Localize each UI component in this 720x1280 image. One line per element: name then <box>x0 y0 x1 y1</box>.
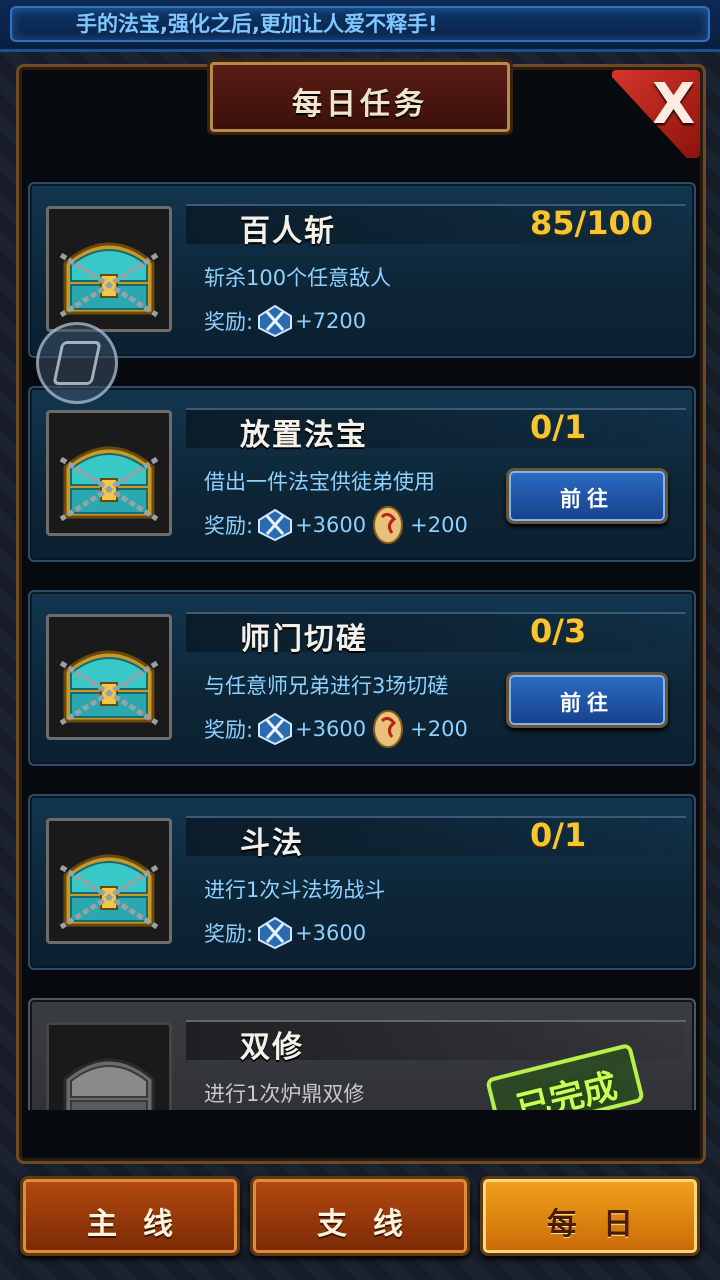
task-card-completed: 双修 进行1次炉鼎双修 已完成 <box>28 998 696 1122</box>
goto-button[interactable]: 前往 <box>506 468 668 524</box>
task-progress: 0/3 <box>530 612 587 650</box>
bottom-tab-bar: 主线 支线 每日 <box>0 1172 720 1272</box>
tab-label: 主线 <box>87 1207 199 1242</box>
tab-main-quest[interactable]: 主线 <box>20 1176 240 1256</box>
reward-row: 奖励: +7200 <box>204 304 366 338</box>
task-description: 进行1次斗法场战斗 <box>204 878 386 902</box>
tab-label: 每日 <box>547 1207 659 1242</box>
goto-button-label: 前往 <box>560 691 614 715</box>
chest-frame <box>46 1022 172 1122</box>
coin-reward-value: +200 <box>410 513 468 537</box>
crystal-gem-icon <box>258 916 293 950</box>
goto-button[interactable]: 前往 <box>506 672 668 728</box>
reward-label: 奖励: <box>204 310 254 334</box>
reward-row: 奖励: +3600 +200 <box>204 710 468 748</box>
treasure-chest-icon <box>59 446 159 522</box>
task-progress: 0/1 <box>530 408 587 446</box>
tab-daily[interactable]: 每日 <box>480 1176 700 1256</box>
task-progress: 0/1 <box>530 816 587 854</box>
task-description: 与任意师兄弟进行3场切磋 <box>204 674 449 698</box>
task-card: 斗法 0/1 进行1次斗法场战斗 奖励: +3600 <box>28 794 696 970</box>
task-card: 师门切磋 0/3 与任意师兄弟进行3场切磋 奖励: +3600 +200 前往 <box>28 590 696 766</box>
tab-label: 支线 <box>317 1207 429 1242</box>
gem-reward-value: +7200 <box>295 309 367 333</box>
gold-token-icon <box>373 506 404 544</box>
task-progress: 85/100 <box>530 204 654 242</box>
task-name: 师门切磋 <box>240 622 368 657</box>
chest-frame <box>46 614 172 740</box>
goto-button-label: 前往 <box>560 487 614 511</box>
tab-side-quest[interactable]: 支线 <box>250 1176 470 1256</box>
task-list[interactable]: 百人斩 85/100 斩杀100个任意敌人 奖励: +7200 放置法宝 0/1… <box>28 182 696 1122</box>
title-plate: 每日任务 <box>210 62 510 132</box>
task-name: 双修 <box>240 1030 304 1065</box>
task-description: 斩杀100个任意敌人 <box>204 266 392 290</box>
treasure-chest-icon <box>59 854 159 930</box>
chest-frame <box>46 206 172 332</box>
task-name: 百人斩 <box>240 214 336 249</box>
task-name: 放置法宝 <box>240 418 368 453</box>
task-description: 进行1次炉鼎双修 <box>204 1082 365 1106</box>
task-card: 百人斩 85/100 斩杀100个任意敌人 奖励: +7200 <box>28 182 696 358</box>
coin-reward-value: +200 <box>410 717 468 741</box>
crystal-gem-icon <box>258 304 293 338</box>
chest-frame <box>46 818 172 944</box>
reward-label: 奖励: <box>204 514 254 538</box>
close-icon: X <box>652 72 696 137</box>
announcement-text: 手的法宝,强化之后,更加让人爱不释手! <box>76 12 438 36</box>
treasure-chest-icon <box>59 242 159 318</box>
gem-reward-value: +3600 <box>295 921 367 945</box>
chest-frame <box>46 410 172 536</box>
reward-row: 奖励: +3600 <box>204 916 366 950</box>
task-card: 放置法宝 0/1 借出一件法宝供徒弟使用 奖励: +3600 +200 前往 <box>28 386 696 562</box>
gem-reward-value: +3600 <box>295 717 367 741</box>
reward-label: 奖励: <box>204 922 254 946</box>
crystal-gem-icon <box>258 508 293 542</box>
assist-icon <box>52 341 102 385</box>
dialog-title: 每日任务 <box>292 87 428 122</box>
list-bottom-edge <box>28 1110 696 1126</box>
treasure-chest-icon <box>59 650 159 726</box>
gold-token-icon <box>373 710 404 748</box>
reward-label: 奖励: <box>204 718 254 742</box>
gem-reward-value: +3600 <box>295 513 367 537</box>
announcement-bar: 手的法宝,强化之后,更加让人爱不释手! <box>0 0 720 52</box>
task-name: 斗法 <box>240 826 304 861</box>
reward-row: 奖励: +3600 +200 <box>204 506 468 544</box>
task-description: 借出一件法宝供徒弟使用 <box>204 470 435 494</box>
floating-assist-button[interactable] <box>36 322 118 404</box>
crystal-gem-icon <box>258 712 293 746</box>
